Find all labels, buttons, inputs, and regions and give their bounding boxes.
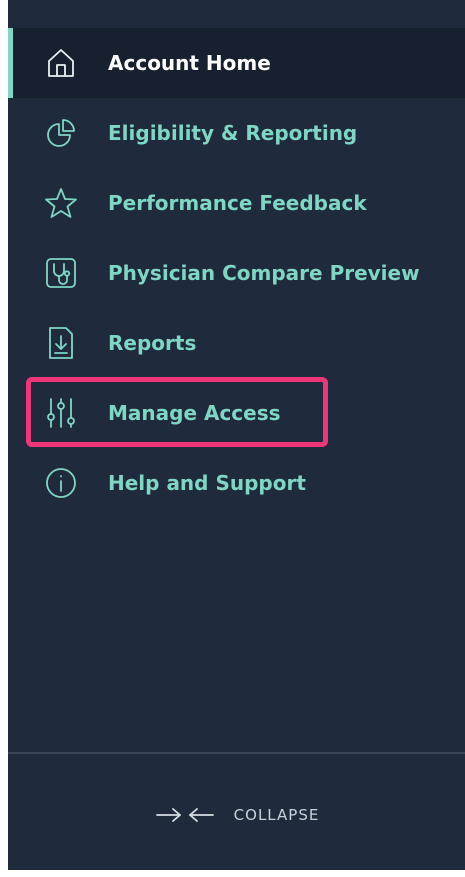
sidebar-item-physician-compare-preview[interactable]: Physician Compare Preview [8, 238, 465, 308]
sidebar-item-label: Help and Support [108, 471, 306, 495]
collapse-button[interactable]: COLLAPSE [8, 784, 465, 846]
sidebar-item-label: Performance Feedback [108, 191, 367, 215]
sidebar-item-label: Reports [108, 331, 197, 355]
pie-chart-icon [44, 116, 78, 150]
sidebar: Account Home Eligibility & Reporting Per… [0, 0, 465, 877]
sidebar-divider [8, 752, 465, 754]
stethoscope-icon [44, 256, 78, 290]
sidebar-item-label: Eligibility & Reporting [108, 121, 358, 145]
sidebar-item-label: Manage Access [108, 401, 281, 425]
sidebar-item-account-home[interactable]: Account Home [8, 28, 465, 98]
sidebar-item-manage-access[interactable]: Manage Access [8, 378, 465, 448]
info-icon [44, 466, 78, 500]
sidebar-item-performance-feedback[interactable]: Performance Feedback [8, 168, 465, 238]
sidebar-item-help-support[interactable]: Help and Support [8, 448, 465, 518]
collapse-label: COLLAPSE [233, 806, 320, 824]
sidebar-item-reports[interactable]: Reports [8, 308, 465, 378]
sidebar-item-eligibility-reporting[interactable]: Eligibility & Reporting [8, 98, 465, 168]
sidebar-item-label: Physician Compare Preview [108, 261, 420, 285]
collapse-arrows-icon [154, 803, 216, 827]
star-icon [44, 186, 78, 220]
home-icon [44, 46, 78, 80]
sliders-icon [44, 396, 78, 430]
sidebar-item-label: Account Home [108, 51, 271, 75]
page-bottom-margin [0, 870, 465, 877]
download-report-icon [44, 326, 78, 360]
sidebar-nav: Account Home Eligibility & Reporting Per… [8, 28, 465, 518]
